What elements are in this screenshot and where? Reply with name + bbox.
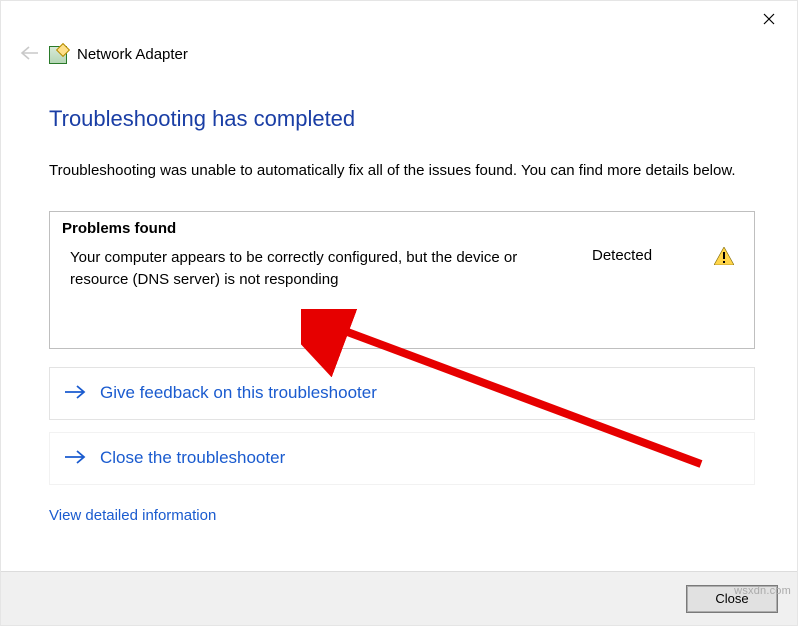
watermark: wsxdn.com [734,585,791,597]
close-troubleshooter-link[interactable]: Close the troubleshooter [49,432,755,485]
close-icon[interactable] [755,9,783,29]
network-adapter-icon [49,46,67,64]
content: Troubleshooting has completed Troublesho… [1,66,797,524]
close-troubleshooter-label: Close the troubleshooter [100,448,285,468]
window-title: Network Adapter [77,46,188,63]
view-details-link[interactable]: View detailed information [49,507,216,524]
feedback-link-label: Give feedback on this troubleshooter [100,383,377,403]
problems-title: Problems found [62,220,742,237]
warning-icon [712,247,734,265]
arrow-right-icon [64,447,86,470]
problems-panel: Problems found Your computer appears to … [49,211,755,349]
header: Network Adapter [1,31,797,66]
footer: Close [1,571,797,625]
issue-description: Your computer appears to be correctly co… [62,247,572,292]
issue-row: Your computer appears to be correctly co… [62,247,742,292]
troubleshooter-window: Network Adapter Troubleshooting has comp… [0,0,798,626]
page-subtext: Troubleshooting was unable to automatica… [49,160,755,183]
feedback-link[interactable]: Give feedback on this troubleshooter [49,367,755,420]
arrow-right-icon [64,382,86,405]
titlebar [1,1,797,31]
back-icon[interactable] [19,43,39,66]
page-heading: Troubleshooting has completed [49,106,755,132]
issue-status: Detected [592,247,692,264]
